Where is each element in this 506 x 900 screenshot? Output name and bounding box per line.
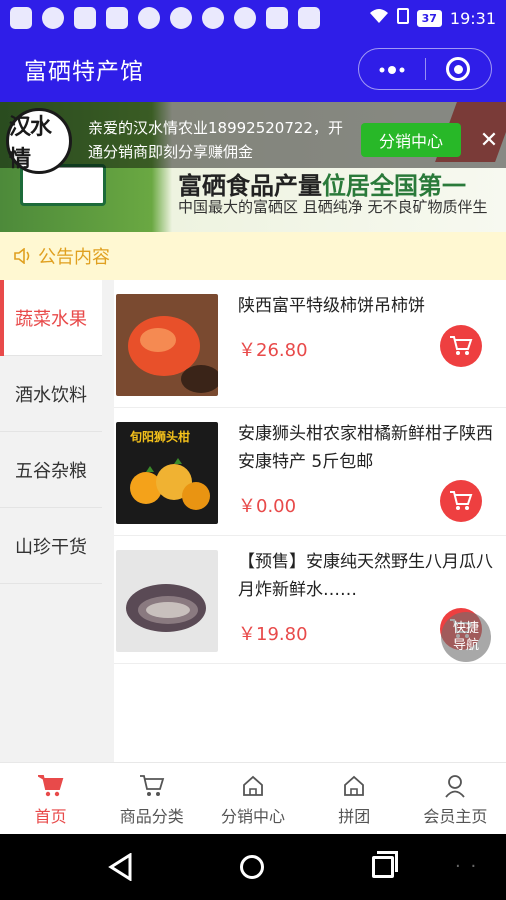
distribution-promo-bar: 汉水情 亲爱的汉水情农业18992520722，开通分销商即刻分享赚佣金 分销中… bbox=[0, 102, 506, 174]
page-title: 富硒特产馆 bbox=[24, 59, 144, 85]
tab-label: 会员主页 bbox=[423, 806, 488, 826]
tab-categories[interactable]: 商品分类 bbox=[101, 763, 202, 834]
promo-message: 亲爱的汉水情农业18992520722，开通分销商即刻分享赚佣金 bbox=[88, 119, 343, 161]
location-icon bbox=[234, 7, 256, 29]
product-price: ￥26.80 bbox=[238, 340, 308, 361]
close-icon[interactable]: ✕ bbox=[478, 130, 500, 153]
category-sidebar: 蔬菜水果 酒水饮料 五谷杂粮 山珍干货 bbox=[0, 280, 102, 762]
emoji-app-icon bbox=[42, 7, 64, 29]
product-name[interactable]: 【预售】安康纯天然野生八月瓜八月炸新鲜水…… bbox=[238, 548, 500, 604]
product-list: 陕西富平特级柿饼吊柿饼 ￥26.80 旬阳狮头柑 安康狮头柑农家柑橘新鲜柑子陕西… bbox=[114, 280, 506, 762]
home-circle-icon[interactable] bbox=[240, 855, 264, 879]
product-image-citrus[interactable]: 旬阳狮头柑 bbox=[116, 422, 218, 524]
tab-distribution[interactable]: 分销中心 bbox=[202, 763, 303, 834]
product-name[interactable]: 陕西富平特级柿饼吊柿饼 bbox=[238, 292, 500, 320]
wifi-icon bbox=[369, 8, 389, 28]
message-app-icon bbox=[10, 7, 32, 29]
tab-label: 商品分类 bbox=[119, 806, 184, 826]
search-icon bbox=[170, 7, 192, 29]
notice-label: 公告内容 bbox=[38, 247, 110, 268]
store-app-icon bbox=[106, 7, 128, 29]
category-item-dried-goods[interactable]: 山珍干货 bbox=[0, 508, 102, 584]
banner-subline: 中国最大的富硒区 且硒纯净 无不良矿物质伴生 bbox=[178, 198, 488, 216]
product-price: ￥19.80 bbox=[238, 624, 308, 645]
product-item[interactable]: 陕西富平特级柿饼吊柿饼 ￥26.80 bbox=[114, 280, 506, 408]
product-image-akebia[interactable] bbox=[116, 550, 218, 652]
cart-icon bbox=[450, 491, 473, 510]
weather-icon bbox=[202, 7, 224, 29]
tab-label: 拼团 bbox=[338, 806, 371, 826]
hotspot-icon bbox=[138, 7, 160, 29]
category-item-drinks[interactable]: 酒水饮料 bbox=[0, 356, 102, 432]
recent-apps-icon[interactable] bbox=[372, 851, 398, 878]
sim-icon bbox=[396, 8, 409, 28]
tab-group-buy[interactable]: 拼团 bbox=[304, 763, 405, 834]
quick-nav-button[interactable]: 快捷 导航 bbox=[441, 612, 491, 662]
tab-home[interactable]: 首页 bbox=[0, 763, 101, 834]
user-icon bbox=[444, 771, 466, 801]
bottom-tab-bar: 首页 商品分类 分销中心 拼团 会员主页 bbox=[0, 762, 506, 834]
tab-member[interactable]: 会员主页 bbox=[405, 763, 506, 834]
cart-icon bbox=[450, 336, 473, 355]
category-item-fruits-veg[interactable]: 蔬菜水果 bbox=[0, 280, 102, 356]
product-name[interactable]: 安康狮头柑农家柑橘新鲜柑子陕西安康特产 5斤包邮 bbox=[238, 420, 500, 476]
tab-label: 首页 bbox=[34, 806, 67, 826]
distribution-center-button[interactable]: 分销中心 bbox=[361, 123, 461, 157]
cart-filled-icon bbox=[37, 771, 64, 801]
product-price: ￥0.00 bbox=[238, 496, 297, 517]
back-icon[interactable] bbox=[108, 852, 134, 885]
product-item[interactable]: 旬阳狮头柑 安康狮头柑农家柑橘新鲜柑子陕西安康特产 5斤包邮 ￥0.00 bbox=[114, 408, 506, 536]
category-item-grains[interactable]: 五谷杂粮 bbox=[0, 432, 102, 508]
tab-label: 分销中心 bbox=[221, 806, 286, 826]
product-image-label: 旬阳狮头柑 bbox=[130, 430, 191, 444]
quick-nav-line2: 导航 bbox=[452, 638, 479, 653]
add-to-cart-button[interactable] bbox=[440, 480, 482, 522]
photo-app-icon bbox=[298, 7, 320, 29]
battery-indicator: 37 bbox=[416, 9, 442, 27]
news-icon bbox=[266, 7, 288, 29]
mini-program-capsule bbox=[358, 48, 492, 90]
system-nav-bar: · · bbox=[0, 834, 506, 900]
home-icon bbox=[342, 771, 366, 801]
clock: 19:31 bbox=[449, 8, 496, 28]
more-icon[interactable]: · · bbox=[455, 856, 478, 877]
close-mini-program-button[interactable] bbox=[426, 57, 492, 81]
cart-outline-icon bbox=[139, 771, 165, 801]
notice-bar[interactable]: 公告内容 bbox=[0, 232, 506, 280]
status-icons-right: 37 19:31 bbox=[369, 8, 496, 28]
speaker-icon bbox=[14, 248, 32, 264]
avatar: 汉水情 bbox=[6, 108, 72, 174]
title-bar: 富硒特产馆 bbox=[0, 36, 506, 102]
status-bar: 37 19:31 bbox=[0, 0, 506, 36]
more-dots-icon[interactable] bbox=[359, 59, 425, 79]
product-image-persimmon[interactable] bbox=[116, 294, 218, 396]
home-icon bbox=[241, 771, 265, 801]
q-app-icon bbox=[74, 7, 96, 29]
target-icon bbox=[446, 57, 471, 81]
add-to-cart-button[interactable] bbox=[440, 325, 482, 367]
status-icons-left bbox=[10, 7, 320, 29]
quick-nav-line1: 快捷 bbox=[452, 621, 479, 636]
